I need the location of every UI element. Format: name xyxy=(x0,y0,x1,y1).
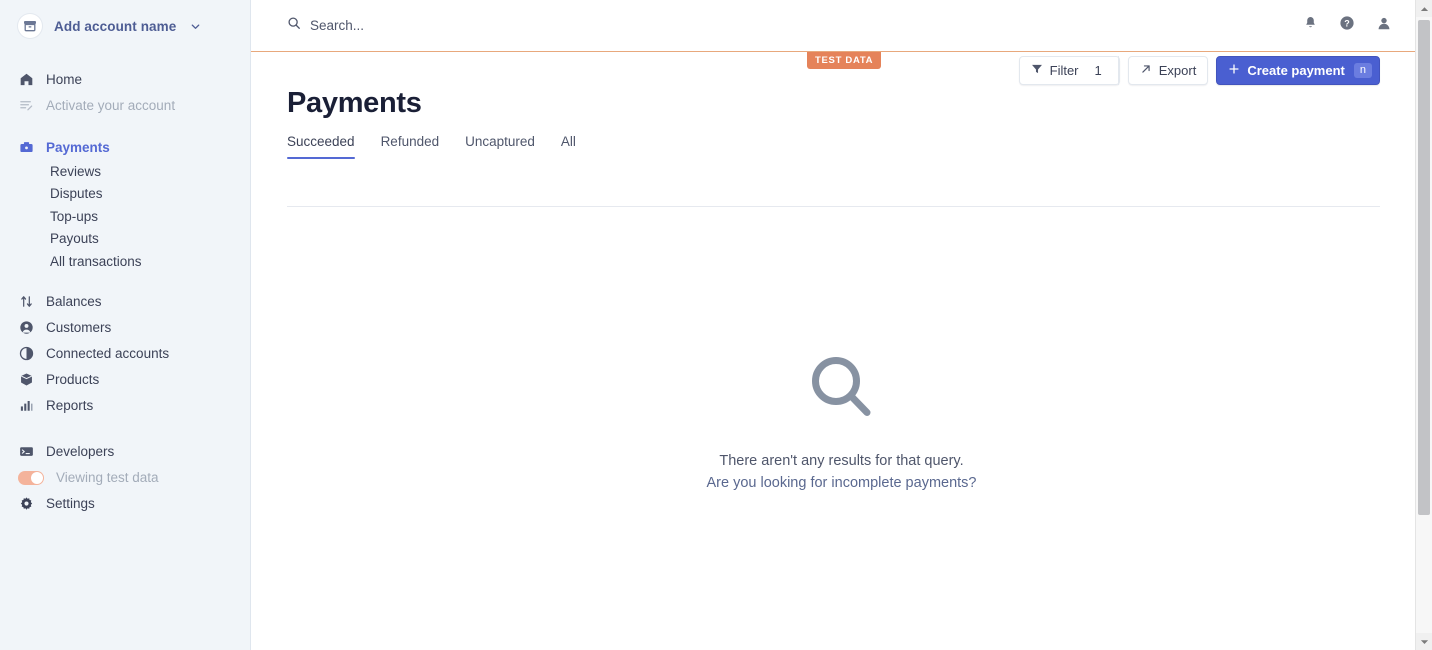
tab-all[interactable]: All xyxy=(561,134,576,159)
sidebar-item-label: Developers xyxy=(46,444,115,459)
sidebar-subitem-label: All transactions xyxy=(50,253,142,269)
page-title: Payments xyxy=(287,87,422,119)
app-window: Add account name Home Activate your acco… xyxy=(0,0,1432,650)
create-payment-button[interactable]: Create payment n xyxy=(1216,56,1380,85)
tab-label: Uncaptured xyxy=(465,134,535,149)
account-switcher[interactable]: Add account name xyxy=(0,0,250,52)
sidebar-item-label: Customers xyxy=(46,320,112,335)
sidebar-item-payments[interactable]: Payments xyxy=(0,134,250,160)
svg-text:?: ? xyxy=(1344,19,1350,29)
sidebar-item-label: Balances xyxy=(46,294,102,309)
sidebar-item-home[interactable]: Home xyxy=(0,66,250,92)
export-arrow-icon xyxy=(1140,63,1152,78)
reports-bar-chart-icon xyxy=(18,398,34,414)
filter-icon xyxy=(1031,63,1043,78)
tab-succeeded[interactable]: Succeeded xyxy=(287,134,355,159)
sidebar-item-label: Viewing test data xyxy=(56,470,159,485)
search-input[interactable]: Search... xyxy=(287,16,1303,35)
connected-accounts-pie-icon xyxy=(18,346,34,362)
top-bar-icons: ? xyxy=(1303,15,1412,36)
vertical-scrollbar[interactable] xyxy=(1415,0,1432,650)
notifications-bell-icon[interactable] xyxy=(1303,15,1318,36)
account-name-label: Add account name xyxy=(54,18,177,34)
export-button[interactable]: Export xyxy=(1127,56,1209,85)
sidebar-item-all-transactions[interactable]: All transactions xyxy=(0,250,250,273)
balances-arrows-icon xyxy=(18,294,34,310)
tab-divider xyxy=(287,206,1380,207)
sidebar-item-disputes[interactable]: Disputes xyxy=(0,183,250,206)
plus-icon xyxy=(1228,63,1240,78)
sidebar-item-reviews[interactable]: Reviews xyxy=(0,160,250,183)
scrollbar-thumb[interactable] xyxy=(1418,20,1430,515)
sidebar-item-connected-accounts[interactable]: Connected accounts xyxy=(0,341,250,367)
filter-count-badge: 1 xyxy=(1094,63,1102,78)
chevron-down-icon[interactable] xyxy=(190,21,201,32)
keyboard-shortcut-badge: n xyxy=(1353,63,1372,78)
sidebar-nav: Home Activate your account Payments Revi… xyxy=(0,66,250,517)
sidebar-item-developers[interactable]: Developers xyxy=(0,439,250,465)
button-divider xyxy=(1117,56,1119,85)
sidebar-subitem-label: Payouts xyxy=(50,231,99,247)
sidebar-item-label: Home xyxy=(46,71,83,87)
tab-bar: Succeeded Refunded Uncaptured All xyxy=(287,134,1380,159)
empty-state-message: There aren't any results for that query. xyxy=(719,453,964,469)
top-bar: Search... ? xyxy=(251,0,1432,52)
sidebar-item-payouts[interactable]: Payouts xyxy=(0,228,250,251)
sidebar-item-balances[interactable]: Balances xyxy=(0,289,250,315)
scroll-down-arrow-icon[interactable] xyxy=(1416,633,1432,650)
magnifier-search-icon xyxy=(806,352,878,429)
sidebar-subitem-label: Disputes xyxy=(50,186,103,202)
sidebar-item-viewing-test-data[interactable]: Viewing test data xyxy=(0,465,250,491)
gear-icon xyxy=(18,496,34,512)
scroll-up-arrow-icon[interactable] xyxy=(1416,0,1432,17)
sidebar-item-products[interactable]: Products xyxy=(0,367,250,393)
sidebar-item-settings[interactable]: Settings xyxy=(0,491,250,517)
sidebar-item-activate-your-account[interactable]: Activate your account xyxy=(0,92,250,118)
sidebar-subitem-label: Reviews xyxy=(50,163,102,179)
sidebar-item-label: Connected accounts xyxy=(46,346,170,361)
incomplete-payments-link[interactable]: Are you looking for incomplete payments? xyxy=(706,473,976,493)
page-content: Payments Succeeded Refunded Uncaptured A… xyxy=(251,52,1432,491)
sidebar-item-customers[interactable]: Customers xyxy=(0,315,250,341)
sidebar-item-reports[interactable]: Reports xyxy=(0,393,250,419)
sidebar-subitem-label: Top-ups xyxy=(50,208,99,224)
developers-terminal-icon xyxy=(18,444,34,460)
page-actions: Filter 1 Export Create payment n xyxy=(1018,56,1380,85)
sidebar-item-label: Payments xyxy=(46,139,110,155)
filter-button[interactable]: Filter 1 xyxy=(1018,56,1120,85)
help-question-icon[interactable]: ? xyxy=(1339,15,1355,36)
sidebar-item-label: Products xyxy=(46,372,100,387)
archive-box-icon xyxy=(18,14,42,38)
tab-uncaptured[interactable]: Uncaptured xyxy=(465,134,535,159)
payments-icon xyxy=(18,139,34,155)
tab-label: Refunded xyxy=(380,134,440,149)
sidebar-item-label: Activate your account xyxy=(46,97,176,113)
toggle-switch-icon[interactable] xyxy=(18,470,44,485)
empty-state: There aren't any results for that query.… xyxy=(251,352,1432,493)
home-icon xyxy=(18,71,34,87)
sidebar-item-label: Settings xyxy=(46,496,95,511)
main-area: Search... ? TEST DATA Payments Succeeded xyxy=(251,0,1432,650)
customers-person-icon xyxy=(18,320,34,336)
filter-label: Filter xyxy=(1049,63,1079,78)
sidebar-item-label: Reports xyxy=(46,398,94,413)
tab-label: Succeeded xyxy=(287,134,355,149)
products-box-icon xyxy=(18,372,34,388)
create-payment-label: Create payment xyxy=(1247,63,1345,78)
export-label: Export xyxy=(1158,63,1197,78)
sidebar-item-top-ups[interactable]: Top-ups xyxy=(0,205,250,228)
search-placeholder: Search... xyxy=(310,18,365,33)
checklist-icon xyxy=(18,97,34,113)
tab-label: All xyxy=(560,134,576,149)
sidebar: Add account name Home Activate your acco… xyxy=(0,0,251,650)
tab-refunded[interactable]: Refunded xyxy=(381,134,440,159)
account-avatar-icon[interactable] xyxy=(1376,15,1392,36)
search-icon xyxy=(287,16,301,35)
